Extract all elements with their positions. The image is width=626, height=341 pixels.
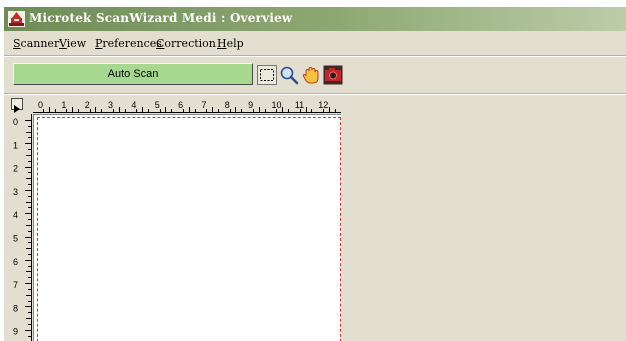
play-triangle-icon bbox=[14, 105, 20, 113]
camera-icon[interactable] bbox=[323, 65, 343, 85]
ruler-v-label: 6 bbox=[13, 257, 18, 267]
auto-scan-button[interactable]: Auto Scan bbox=[13, 63, 253, 85]
ruler-v-label: 9 bbox=[13, 327, 18, 337]
ruler-v-label: 0 bbox=[13, 117, 18, 127]
menu-preferences[interactable]: Preferences bbox=[95, 37, 162, 50]
menu-correction-label: orrection bbox=[164, 37, 216, 50]
ruler-h-label: 11 bbox=[295, 100, 304, 110]
ruler-h-label: 6 bbox=[178, 100, 183, 110]
ruler-v-label: 8 bbox=[13, 303, 18, 313]
menu-bar: Scanner View Preferences Correction Help bbox=[4, 35, 626, 53]
menu-help-label: elp bbox=[226, 37, 244, 50]
ruler-h-label: 9 bbox=[248, 100, 253, 110]
menu-correction[interactable]: Correction bbox=[156, 37, 216, 50]
menu-view[interactable]: View bbox=[59, 37, 86, 50]
ruler-corner-button[interactable] bbox=[11, 98, 23, 113]
ruler-v-label: 4 bbox=[13, 210, 18, 220]
ruler-h-label: 5 bbox=[155, 100, 160, 110]
menu-preferences-label: references bbox=[102, 37, 162, 50]
ruler-v-label: 1 bbox=[13, 140, 18, 150]
title-bar[interactable]: Microtek ScanWizard Medi : Overview bbox=[4, 7, 626, 31]
menu-scanner[interactable]: Scanner bbox=[13, 37, 59, 50]
scanner-app-icon[interactable] bbox=[8, 11, 25, 27]
ruler-h-label: 10 bbox=[272, 100, 282, 110]
menu-help-mnemonic: H bbox=[217, 37, 227, 50]
selection-rectangle[interactable] bbox=[37, 117, 341, 341]
menu-divider bbox=[4, 55, 626, 57]
toolbar-divider bbox=[4, 93, 626, 95]
selection-frame-icon[interactable] bbox=[257, 65, 277, 85]
scanwizard-window: Microtek ScanWizard Medi : Overview Scan… bbox=[4, 7, 626, 341]
menu-help[interactable]: Help bbox=[217, 37, 244, 50]
hand-icon[interactable] bbox=[301, 65, 321, 85]
ruler-h-label: 7 bbox=[201, 100, 206, 110]
ruler-h-label: 4 bbox=[131, 100, 136, 110]
ruler-h-label: 8 bbox=[225, 100, 230, 110]
toolbar: Auto Scan bbox=[4, 59, 626, 89]
preview-panel: 012345678910111213 0123456789 bbox=[9, 97, 341, 341]
ruler-v-label: 2 bbox=[13, 164, 18, 174]
ruler-h-label: 2 bbox=[85, 100, 90, 110]
ruler-h-label: 1 bbox=[61, 100, 66, 110]
ruler-v-label: 3 bbox=[13, 187, 18, 197]
ruler-v-label: 5 bbox=[13, 234, 18, 244]
menu-view-label: iew bbox=[66, 37, 87, 50]
ruler-v-label: 7 bbox=[13, 280, 18, 290]
magnifier-icon[interactable] bbox=[279, 65, 299, 85]
window-title: Microtek ScanWizard Medi : Overview bbox=[29, 11, 293, 25]
ruler-h-label: 3 bbox=[108, 100, 113, 110]
ruler-h-label: 0 bbox=[38, 100, 43, 110]
menu-scanner-mnemonic: S bbox=[13, 37, 21, 50]
menu-view-mnemonic: V bbox=[59, 37, 67, 50]
ruler-h-label: 12 bbox=[318, 100, 328, 110]
menu-scanner-label: canner bbox=[20, 37, 60, 50]
